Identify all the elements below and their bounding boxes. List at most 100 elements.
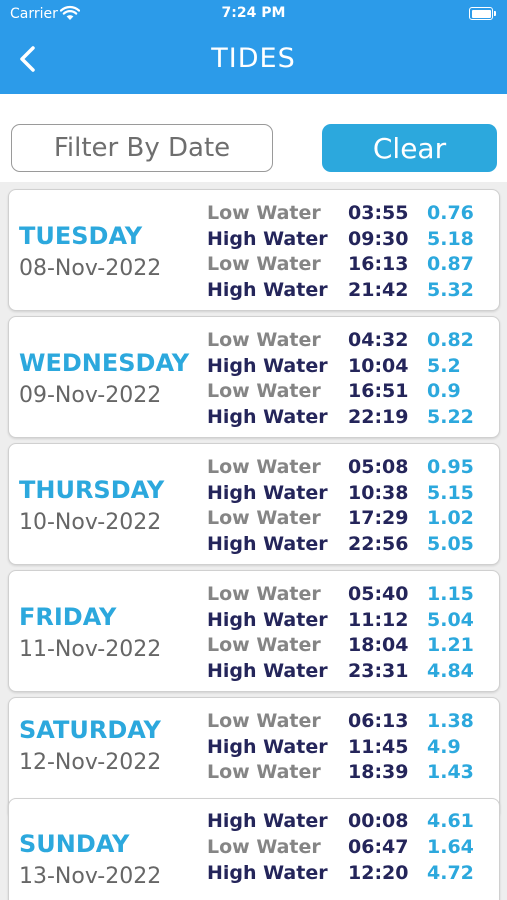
tide-time: 17:29 <box>348 507 409 529</box>
tide-time: 04:32 <box>348 329 409 351</box>
tide-type: High Water <box>207 228 328 250</box>
tide-time: 21:42 <box>348 279 409 301</box>
tide-time: 18:39 <box>348 761 409 783</box>
tide-height: 1.21 <box>427 634 474 656</box>
tide-time: 22:19 <box>348 406 409 428</box>
tide-type: High Water <box>207 810 328 832</box>
day-name: TUESDAY <box>19 222 143 250</box>
tide-time: 16:51 <box>348 380 409 402</box>
tide-height: 5.18 <box>427 228 474 250</box>
day-card: TUESDAY 08-Nov-2022 Low Water 03:55 0.76 H… <box>8 189 500 311</box>
tide-time: 05:08 <box>348 456 409 478</box>
tide-row: Low Water 18:04 1.21 <box>207 634 497 660</box>
tide-time: 05:40 <box>348 583 409 605</box>
day-card: SUNDAY 13-Nov-2022 High Water 00:08 4.61 L… <box>8 798 500 900</box>
tide-height: 4.72 <box>427 862 474 884</box>
tide-row: Low Water 16:51 0.9 <box>207 380 497 406</box>
tide-height: 5.2 <box>427 355 461 377</box>
tide-row: Low Water 04:32 0.82 <box>207 329 497 355</box>
tide-type: High Water <box>207 609 328 631</box>
tide-time: 11:12 <box>348 609 409 631</box>
day-card: WEDNESDAY 09-Nov-2022 Low Water 04:32 0.82… <box>8 316 500 438</box>
tide-time: 10:04 <box>348 355 409 377</box>
tide-time: 11:45 <box>348 736 409 758</box>
tide-list[interactable]: TUESDAY 08-Nov-2022 Low Water 03:55 0.76 H… <box>0 182 507 900</box>
day-date: 08-Nov-2022 <box>19 256 162 281</box>
tide-height: 0.9 <box>427 380 461 402</box>
tide-height: 0.87 <box>427 253 474 275</box>
tide-row: High Water 11:45 4.9 <box>207 736 497 762</box>
tide-type: High Water <box>207 862 328 884</box>
tide-time: 06:47 <box>348 836 409 858</box>
tide-time: 12:20 <box>348 862 409 884</box>
tide-height: 1.43 <box>427 761 474 783</box>
tide-row: High Water 23:31 4.84 <box>207 660 497 686</box>
tide-row: Low Water 17:29 1.02 <box>207 507 497 533</box>
tide-row: High Water 00:08 4.61 <box>207 810 497 836</box>
tide-height: 1.02 <box>427 507 474 529</box>
day-date: 11-Nov-2022 <box>19 637 162 662</box>
tide-type: Low Water <box>207 710 321 732</box>
tide-row: High Water 09:30 5.18 <box>207 228 497 254</box>
tide-height: 0.76 <box>427 202 474 224</box>
tide-type: Low Water <box>207 583 321 605</box>
tide-height: 4.61 <box>427 810 474 832</box>
tide-time: 03:55 <box>348 202 409 224</box>
tide-time: 06:13 <box>348 710 409 732</box>
day-card: THURSDAY 10-Nov-2022 Low Water 05:08 0.95 … <box>8 443 500 565</box>
tide-type: High Water <box>207 482 328 504</box>
tide-type: Low Water <box>207 380 321 402</box>
tide-height: 1.38 <box>427 710 474 732</box>
tide-time: 18:04 <box>348 634 409 656</box>
tide-type: Low Water <box>207 836 321 858</box>
tide-row: Low Water 03:55 0.76 <box>207 202 497 228</box>
battery-icon <box>469 7 496 20</box>
tide-height: 4.84 <box>427 660 474 682</box>
tide-height: 0.82 <box>427 329 474 351</box>
tide-height: 5.32 <box>427 279 474 301</box>
tide-row: High Water 22:56 5.05 <box>207 533 497 559</box>
tide-type: Low Water <box>207 761 321 783</box>
tide-row: Low Water 05:40 1.15 <box>207 583 497 609</box>
tide-type: Low Water <box>207 634 321 656</box>
tide-type: High Water <box>207 406 328 428</box>
day-date: 12-Nov-2022 <box>19 750 162 775</box>
tide-time: 09:30 <box>348 228 409 250</box>
tide-row: High Water 10:04 5.2 <box>207 355 497 381</box>
day-card: FRIDAY 11-Nov-2022 Low Water 05:40 1.15 Hi… <box>8 570 500 692</box>
tide-height: 5.15 <box>427 482 474 504</box>
status-bar: Carrier 7:24 PM <box>0 0 507 28</box>
tide-height: 5.04 <box>427 609 474 631</box>
tide-time: 22:56 <box>348 533 409 555</box>
tide-time: 10:38 <box>348 482 409 504</box>
tide-type: High Water <box>207 533 328 555</box>
tide-type: High Water <box>207 660 328 682</box>
day-name: FRIDAY <box>19 603 117 631</box>
tide-type: Low Water <box>207 202 321 224</box>
tide-row: High Water 21:42 5.32 <box>207 279 497 305</box>
tide-height: 5.22 <box>427 406 474 428</box>
tide-height: 1.15 <box>427 583 474 605</box>
tide-time: 16:13 <box>348 253 409 275</box>
tide-type: High Water <box>207 279 328 301</box>
page-title: TIDES <box>211 43 296 74</box>
tide-time: 00:08 <box>348 810 409 832</box>
day-date: 13-Nov-2022 <box>19 864 162 889</box>
tide-row: High Water 10:38 5.15 <box>207 482 497 508</box>
tide-type: Low Water <box>207 253 321 275</box>
tide-row: High Water 22:19 5.22 <box>207 406 497 432</box>
tide-row: Low Water 18:39 1.43 <box>207 761 497 787</box>
day-name: SATURDAY <box>19 716 161 744</box>
tide-height: 1.64 <box>427 836 474 858</box>
tide-row: Low Water 06:47 1.64 <box>207 836 497 862</box>
status-time: 7:24 PM <box>221 5 286 21</box>
day-name: WEDNESDAY <box>19 349 190 377</box>
day-date: 10-Nov-2022 <box>19 510 162 535</box>
filter-by-date-input[interactable]: Filter By Date <box>11 124 273 172</box>
tide-height: 4.9 <box>427 736 461 758</box>
day-date: 09-Nov-2022 <box>19 383 162 408</box>
tide-height: 5.05 <box>427 533 474 555</box>
tide-time: 23:31 <box>348 660 409 682</box>
clear-button[interactable]: Clear <box>322 124 497 172</box>
tide-row: High Water 11:12 5.04 <box>207 609 497 635</box>
